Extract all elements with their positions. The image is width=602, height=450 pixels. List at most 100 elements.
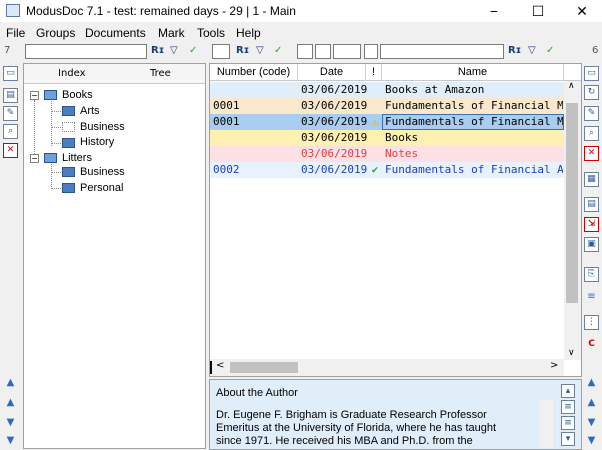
clear-mark-icon[interactable]: C [584, 338, 599, 353]
doc-move-down-icon[interactable]: ▼ [584, 416, 599, 431]
column-header-flag[interactable]: ! [366, 64, 382, 81]
preview-tools: ▴ ≡ ≡ ▾ [558, 380, 580, 449]
column-header-number[interactable]: Number (code) [210, 64, 298, 81]
tree-node-litters-business[interactable]: Business [80, 166, 125, 178]
new-group-icon[interactable]: ▭ [3, 66, 18, 81]
tree-node-litters[interactable]: Litters [62, 152, 92, 164]
tree-node-history[interactable]: History [80, 136, 114, 148]
move-bottom-icon[interactable]: ▼ [3, 434, 18, 449]
move-top-icon[interactable]: ▲ [3, 376, 18, 391]
menu-documents[interactable]: Documents [85, 26, 146, 40]
menu-help[interactable]: Help [236, 26, 261, 40]
table-row[interactable]: 0001 03/06/2019 ⚠ Fundamentals of Financial… [210, 114, 564, 130]
column-header-name[interactable]: Name [382, 64, 564, 81]
attach-file-icon[interactable]: ⎘ [584, 267, 599, 282]
row-number [213, 130, 298, 146]
number-filter-funnel-icon[interactable]: ▽ [256, 45, 264, 56]
preview-scroll-top-icon[interactable]: ▴ [561, 384, 575, 398]
preview-scroll-down-icon[interactable]: ≡ [561, 416, 575, 430]
scroll-thumb[interactable] [566, 103, 578, 303]
tree-filter-regex-icon[interactable]: Rɪ [151, 45, 164, 56]
name-filter-regex-icon[interactable]: Rɪ [508, 45, 521, 56]
tree-node-business[interactable]: Business [80, 121, 125, 133]
minimize-button[interactable]: − [474, 1, 514, 21]
edit-document-icon[interactable]: ✎ [584, 106, 599, 121]
scroll-thumb[interactable] [230, 362, 298, 373]
tree-filter-input[interactable] [25, 44, 147, 59]
collapse-books-button[interactable]: − [30, 91, 39, 100]
table-row[interactable]: 0002 03/06/2019 ✔ Fundamentals of Financial… [210, 162, 564, 178]
table-row[interactable]: 03/06/2019 Notes [210, 146, 564, 162]
name-filter-input[interactable] [380, 44, 504, 59]
date-filter-input-2[interactable] [315, 44, 331, 59]
preview-scrollbar[interactable] [539, 400, 553, 448]
filter-right-number: 6 [592, 45, 599, 56]
grid-vertical-scrollbar[interactable]: ∧ ∨ [564, 81, 581, 360]
find-group-icon[interactable]: ⌕ [3, 124, 18, 139]
edit-group-icon[interactable]: ✎ [3, 106, 18, 121]
scroll-up-arrow-icon[interactable]: ∧ [568, 81, 575, 91]
tree-filter-funnel-icon[interactable]: ▽ [170, 45, 178, 56]
maximize-button[interactable]: ☐ [518, 1, 558, 21]
menu-groups[interactable]: Groups [36, 26, 75, 40]
calendar-icon[interactable]: ▦ [584, 172, 599, 187]
tree-node-personal[interactable]: Personal [80, 182, 123, 194]
name-filter-apply-icon[interactable]: ✓ [546, 45, 554, 56]
number-filter-apply-icon[interactable]: ✓ [274, 45, 282, 56]
columns-icon[interactable]: ⋮ [584, 315, 599, 330]
tab-index[interactable]: Index [58, 68, 86, 79]
delete-group-icon[interactable]: ✕ [3, 143, 18, 158]
menu-file[interactable]: File [6, 26, 25, 40]
tree-line [34, 100, 35, 162]
scroll-left-arrow-icon[interactable]: < [216, 360, 224, 371]
collapse-litters-button[interactable]: − [30, 154, 39, 163]
preview-heading: About the Author [216, 387, 298, 399]
delete-document-icon[interactable]: ✕ [584, 146, 599, 161]
folder-icon [62, 122, 75, 132]
copy-group-icon[interactable]: ▤ [3, 88, 18, 103]
number-filter-input[interactable] [212, 44, 230, 59]
group-tree-panel: Index Tree − Books Arts Business History… [23, 63, 206, 449]
open-document-icon[interactable]: ⌕ [584, 126, 599, 141]
preview-line-1: Dr. Eugene F. Brigham is Graduate Resear… [216, 409, 487, 421]
column-header-date[interactable]: Date [298, 64, 366, 81]
move-down-icon[interactable]: ▼ [3, 416, 18, 431]
refresh-document-icon[interactable]: ↻ [584, 85, 599, 100]
table-row[interactable]: 03/06/2019 Books [210, 130, 564, 146]
flag-filter-input[interactable] [364, 44, 378, 59]
move-document-icon[interactable]: ⇲ [584, 217, 599, 232]
scroll-down-arrow-icon[interactable]: ∨ [568, 348, 575, 358]
print-document-icon[interactable]: ▣ [584, 237, 599, 252]
row-flag [368, 82, 382, 98]
menu-tools[interactable]: Tools [197, 26, 225, 40]
close-button[interactable]: ✕ [562, 1, 602, 21]
preview-scroll-bottom-icon[interactable]: ▾ [561, 432, 575, 446]
number-filter-regex-icon[interactable]: Rɪ [236, 45, 249, 56]
move-up-icon[interactable]: ▲ [3, 396, 18, 411]
date-filter-input[interactable] [297, 44, 313, 59]
row-date: 03/06/2019 [301, 163, 367, 176]
tree-filter-apply-icon[interactable]: ✓ [189, 45, 197, 56]
scroll-right-arrow-icon[interactable]: > [550, 360, 558, 371]
menu-mark[interactable]: Mark [158, 26, 185, 40]
table-row[interactable]: 03/06/2019 Books at Amazon [210, 82, 564, 98]
doc-move-up-icon[interactable]: ▲ [584, 396, 599, 411]
row-name: Notes [385, 147, 419, 160]
tree-node-books[interactable]: Books [62, 89, 93, 101]
name-filter-funnel-icon[interactable]: ▽ [528, 45, 536, 56]
row-number: 0002 [213, 163, 240, 176]
new-document-icon[interactable]: ▭ [584, 66, 599, 81]
doc-move-top-icon[interactable]: ▲ [584, 376, 599, 391]
copy-document-icon[interactable]: ▤ [584, 197, 599, 212]
list-view-icon[interactable]: ≡ [584, 290, 599, 305]
tree-node-arts[interactable]: Arts [80, 105, 100, 117]
row-name: Books [385, 131, 419, 144]
date-filter-input-3[interactable] [333, 44, 361, 59]
grid-horizontal-scrollbar[interactable]: < > [210, 359, 564, 376]
preview-line-2: Emeritus at the University of Florida, w… [216, 422, 497, 434]
tab-tree[interactable]: Tree [150, 68, 171, 79]
preview-scroll-up-icon[interactable]: ≡ [561, 400, 575, 414]
doc-move-bottom-icon[interactable]: ▼ [584, 434, 599, 449]
folder-icon [62, 167, 75, 177]
table-row[interactable]: 0001 03/06/2019 Fundamentals of Financial … [210, 98, 564, 114]
